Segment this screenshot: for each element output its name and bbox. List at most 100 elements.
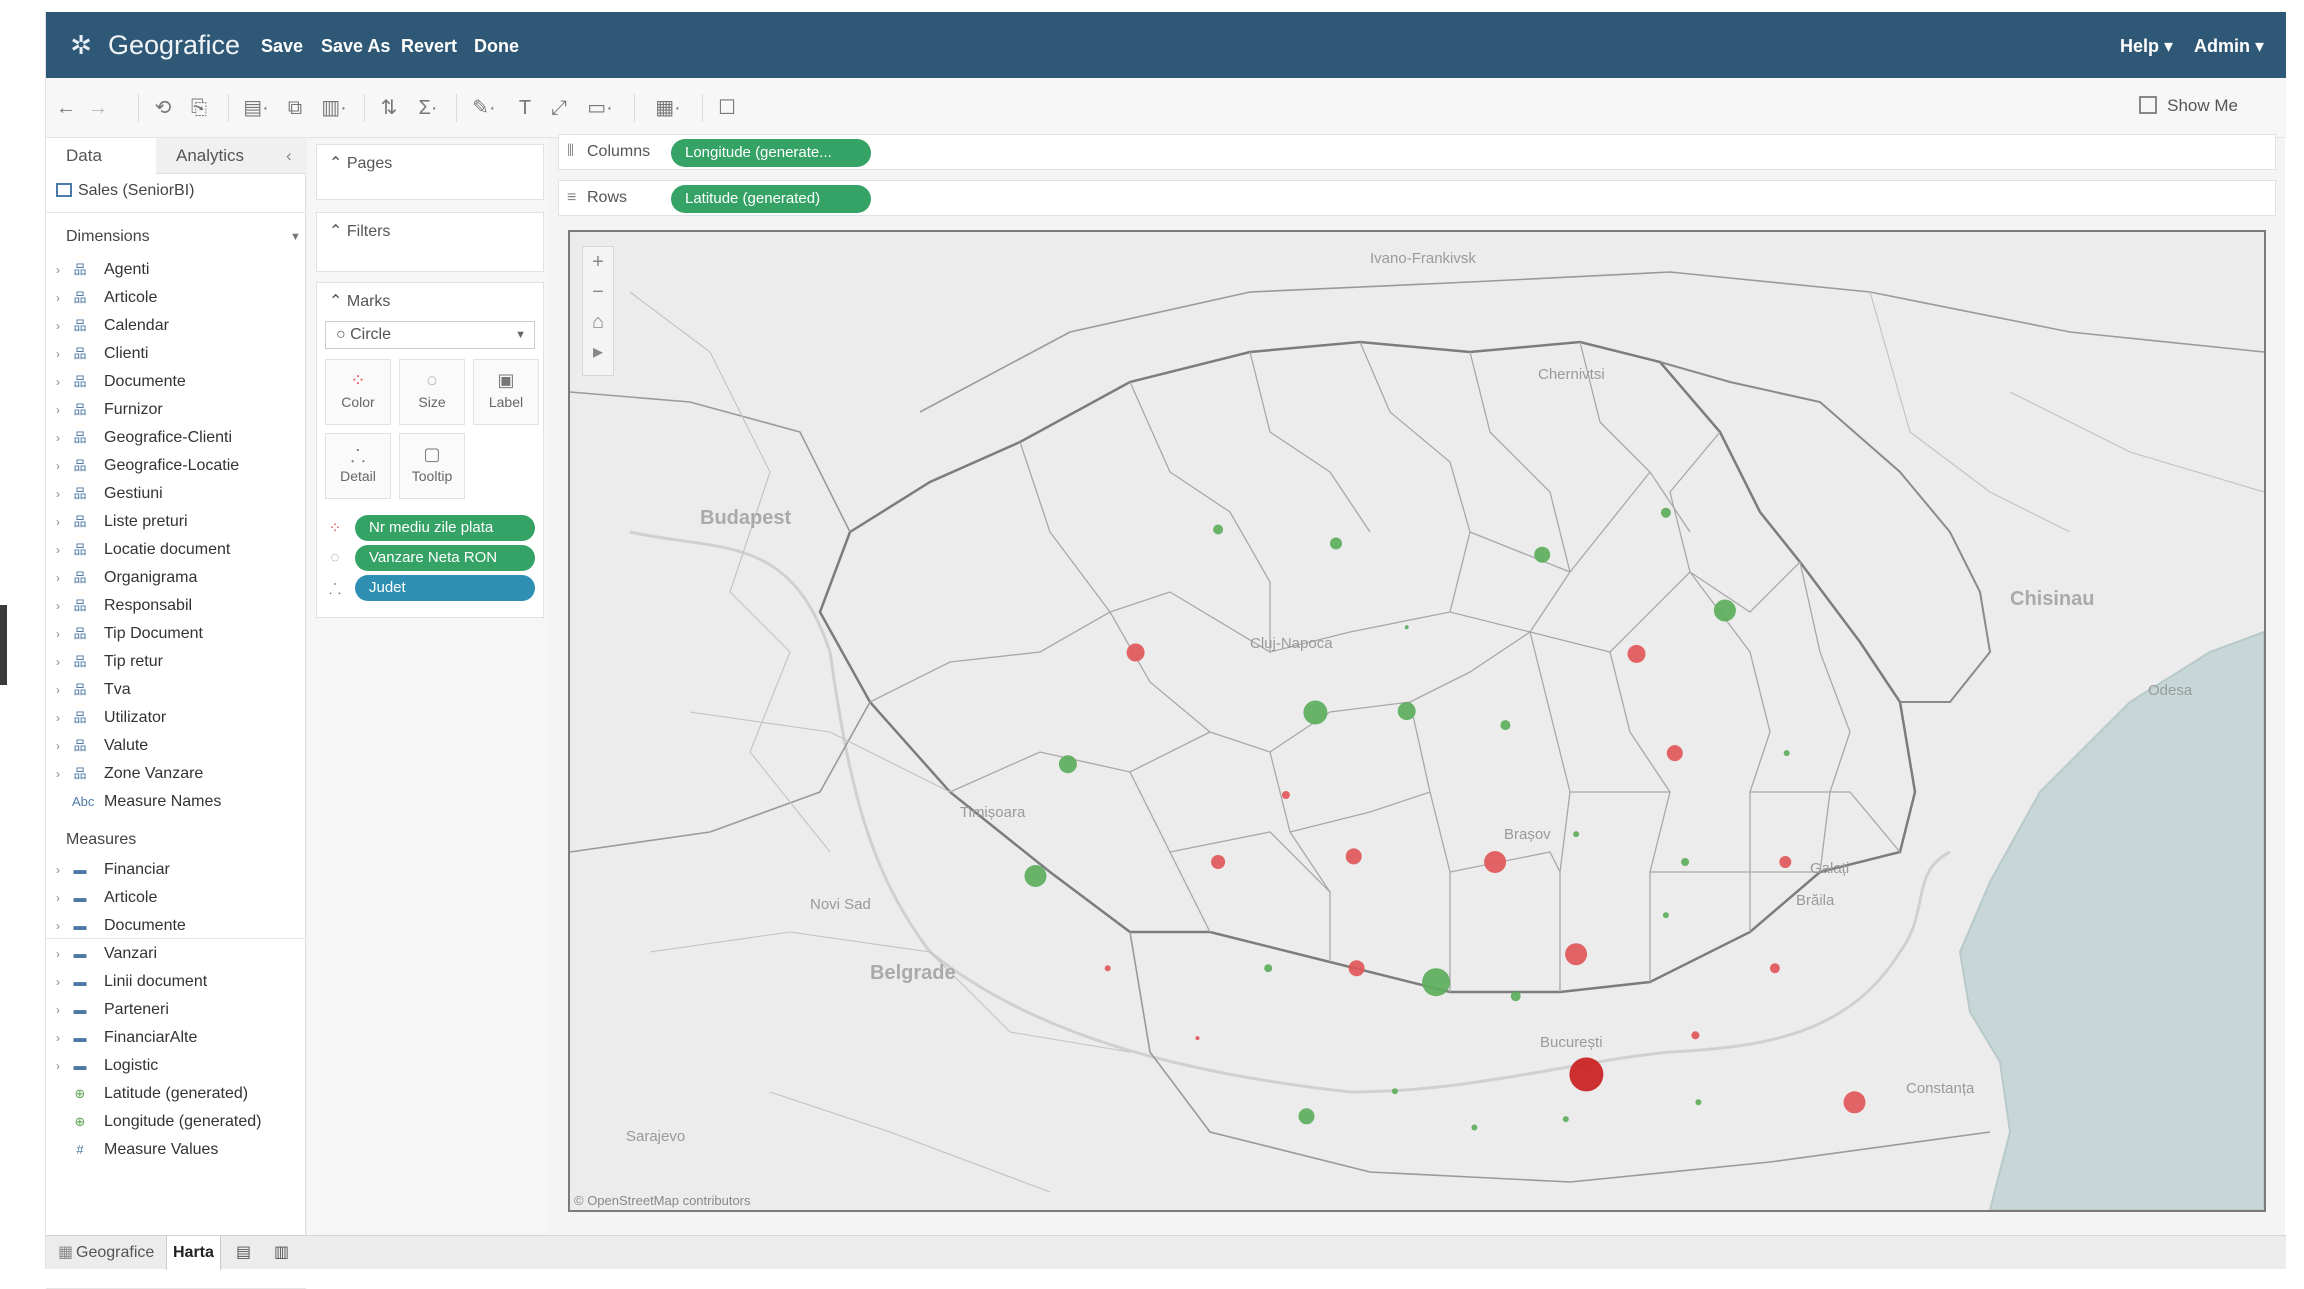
map-circle-mark[interactable] xyxy=(1510,991,1521,1002)
tab-analytics[interactable]: Analytics xyxy=(176,138,276,174)
columns-shelf[interactable]: ⦀ Columns Longitude (generate... xyxy=(558,134,2276,170)
map-circle-mark[interactable] xyxy=(1783,750,1790,757)
dimension-item[interactable]: Abc Measure Names xyxy=(56,788,306,816)
pill-vanzare-neta-ron[interactable]: Vanzare Neta RON xyxy=(355,545,535,571)
refresh-datasource-icon[interactable]: ⎘ xyxy=(186,96,212,120)
dimension-item[interactable]: › 品 Furnizor xyxy=(56,396,306,424)
zoom-out-icon[interactable]: − xyxy=(583,277,613,307)
expand-icon[interactable]: › xyxy=(56,760,68,788)
measure-item[interactable]: › ▬ Linii document xyxy=(56,968,306,996)
measure-item[interactable]: › ▬ FinanciarAlte xyxy=(56,1024,306,1052)
dimension-item[interactable]: › 品 Liste preturi xyxy=(56,508,306,536)
expand-icon[interactable]: › xyxy=(56,340,68,368)
dimension-item[interactable]: › 品 Valute xyxy=(56,732,306,760)
dimension-item[interactable]: › 品 Articole xyxy=(56,284,306,312)
map-circle-mark[interactable] xyxy=(1769,963,1780,974)
pill-longitude[interactable]: Longitude (generate... xyxy=(671,139,871,167)
new-datasource-icon[interactable]: ⟲ xyxy=(150,96,176,120)
show-me-button[interactable]: Show Me xyxy=(2139,96,2238,116)
map-circle-mark[interactable] xyxy=(1666,745,1683,762)
map-circle-mark[interactable] xyxy=(1422,968,1451,997)
duplicate-sheet-icon[interactable]: ⧉ xyxy=(280,96,310,120)
map-circle-mark[interactable] xyxy=(1500,720,1511,731)
map-circle-mark[interactable] xyxy=(1345,848,1362,865)
dimension-item[interactable]: › 品 Tva xyxy=(56,676,306,704)
save-as-button[interactable]: Save As xyxy=(321,36,390,57)
expand-icon[interactable]: › xyxy=(56,536,68,564)
map-circle-mark[interactable] xyxy=(1330,537,1342,550)
expand-icon[interactable]: › xyxy=(56,940,68,968)
help-menu[interactable]: Help ▾ xyxy=(2120,36,2173,57)
new-dashboard-tab-icon[interactable]: ▥ xyxy=(268,1236,295,1270)
home-icon[interactable]: ⌂ xyxy=(583,307,613,337)
done-button[interactable]: Done xyxy=(474,36,519,57)
dimension-item[interactable]: › 品 Clienti xyxy=(56,340,306,368)
map-circle-mark[interactable] xyxy=(1627,644,1646,663)
collapse-pane-icon[interactable]: ‹ xyxy=(286,138,302,174)
expand-icon[interactable]: › xyxy=(56,480,68,508)
detail-button[interactable]: ⸫ Detail xyxy=(325,433,391,499)
expand-icon[interactable]: › xyxy=(56,620,68,648)
map-circle-mark[interactable] xyxy=(1303,700,1328,725)
expand-icon[interactable]: › xyxy=(56,508,68,536)
map-view[interactable]: + − ⌂ ▸ Ivano-Frankivsk Chernivtsi Budap… xyxy=(568,230,2266,1212)
map-circle-mark[interactable] xyxy=(1565,943,1588,966)
revert-button[interactable]: Revert xyxy=(401,36,457,57)
dimension-item[interactable]: › 品 Agenti xyxy=(56,256,306,284)
measure-item[interactable]: ⊕ Longitude (generated) xyxy=(56,1108,306,1136)
expand-icon[interactable]: › xyxy=(56,424,68,452)
map-circle-mark[interactable] xyxy=(1264,964,1273,973)
dimensions-menu-icon[interactable]: ▼ xyxy=(290,231,301,243)
map-circle-mark[interactable] xyxy=(1348,960,1365,977)
measure-item[interactable]: › ▬ Financiar xyxy=(56,856,306,884)
filters-card[interactable]: ⌃ Filters xyxy=(316,212,544,272)
expand-icon[interactable]: › xyxy=(56,284,68,312)
size-button[interactable]: ◌ Size xyxy=(399,359,465,425)
dimension-item[interactable]: › 品 Geografice-Clienti xyxy=(56,424,306,452)
dimension-item[interactable]: › 品 Documente xyxy=(56,368,306,396)
map-circle-mark[interactable] xyxy=(1281,791,1290,799)
map-circle-mark[interactable] xyxy=(1471,1124,1478,1131)
tab-sheet-harta[interactable]: Harta xyxy=(166,1236,221,1270)
map-circle-mark[interactable] xyxy=(1662,912,1669,919)
pan-icon[interactable]: ▸ xyxy=(583,337,613,367)
dimension-item[interactable]: › 品 Tip Document xyxy=(56,620,306,648)
tab-data[interactable]: Data xyxy=(46,138,156,174)
map-circle-mark[interactable] xyxy=(1562,1116,1569,1123)
map-circle-mark[interactable] xyxy=(1695,1099,1702,1106)
tooltip-icon[interactable]: ☐ xyxy=(714,96,740,120)
map-circle-mark[interactable] xyxy=(1843,1091,1866,1114)
new-worksheet-tab-icon[interactable]: ▤ xyxy=(230,1236,257,1270)
pill-latitude[interactable]: Latitude (generated) xyxy=(671,185,871,213)
map-circle-mark[interactable] xyxy=(1391,1088,1398,1095)
totals-icon[interactable]: Σ· xyxy=(410,96,446,120)
swap-axes-icon[interactable]: ⇅ xyxy=(376,96,402,120)
map-circle-mark[interactable] xyxy=(1484,851,1507,873)
map-circle-mark[interactable] xyxy=(1573,831,1580,838)
pill-judet[interactable]: Judet xyxy=(355,575,535,601)
map-circle-mark[interactable] xyxy=(1660,507,1671,518)
expand-icon[interactable]: › xyxy=(56,256,68,284)
pill-nr-mediu-zile-plata[interactable]: Nr mediu zile plata xyxy=(355,515,535,541)
expand-icon[interactable]: › xyxy=(56,1052,68,1080)
expand-icon[interactable]: › xyxy=(56,676,68,704)
measure-item[interactable]: › ▬ Parteneri xyxy=(56,996,306,1024)
save-button[interactable]: Save xyxy=(261,36,303,57)
expand-icon[interactable]: › xyxy=(56,732,68,760)
map-circle-mark[interactable] xyxy=(1298,1108,1315,1125)
dimension-item[interactable]: › 品 Gestiuni xyxy=(56,480,306,508)
pages-collapse-icon[interactable]: ⌃ xyxy=(329,155,347,172)
measure-item[interactable]: › ▬ Vanzari xyxy=(56,940,306,968)
presentation-icon[interactable]: ▦· xyxy=(646,96,690,120)
fix-axes-icon[interactable]: ⤢ xyxy=(546,96,572,120)
expand-icon[interactable]: › xyxy=(56,312,68,340)
mark-type-select[interactable]: ○ Circle ▼ xyxy=(325,321,535,349)
redo-icon[interactable]: → xyxy=(86,96,110,120)
expand-icon[interactable]: › xyxy=(56,648,68,676)
map-circle-mark[interactable] xyxy=(1404,625,1409,630)
fit-icon[interactable]: ▭· xyxy=(580,96,620,120)
tooltip-button[interactable]: ▢ Tooltip xyxy=(399,433,465,499)
dimension-item[interactable]: › 品 Zone Vanzare xyxy=(56,760,306,788)
highlight-icon[interactable]: ✎· xyxy=(466,96,502,120)
undo-icon[interactable]: ← xyxy=(54,96,78,120)
